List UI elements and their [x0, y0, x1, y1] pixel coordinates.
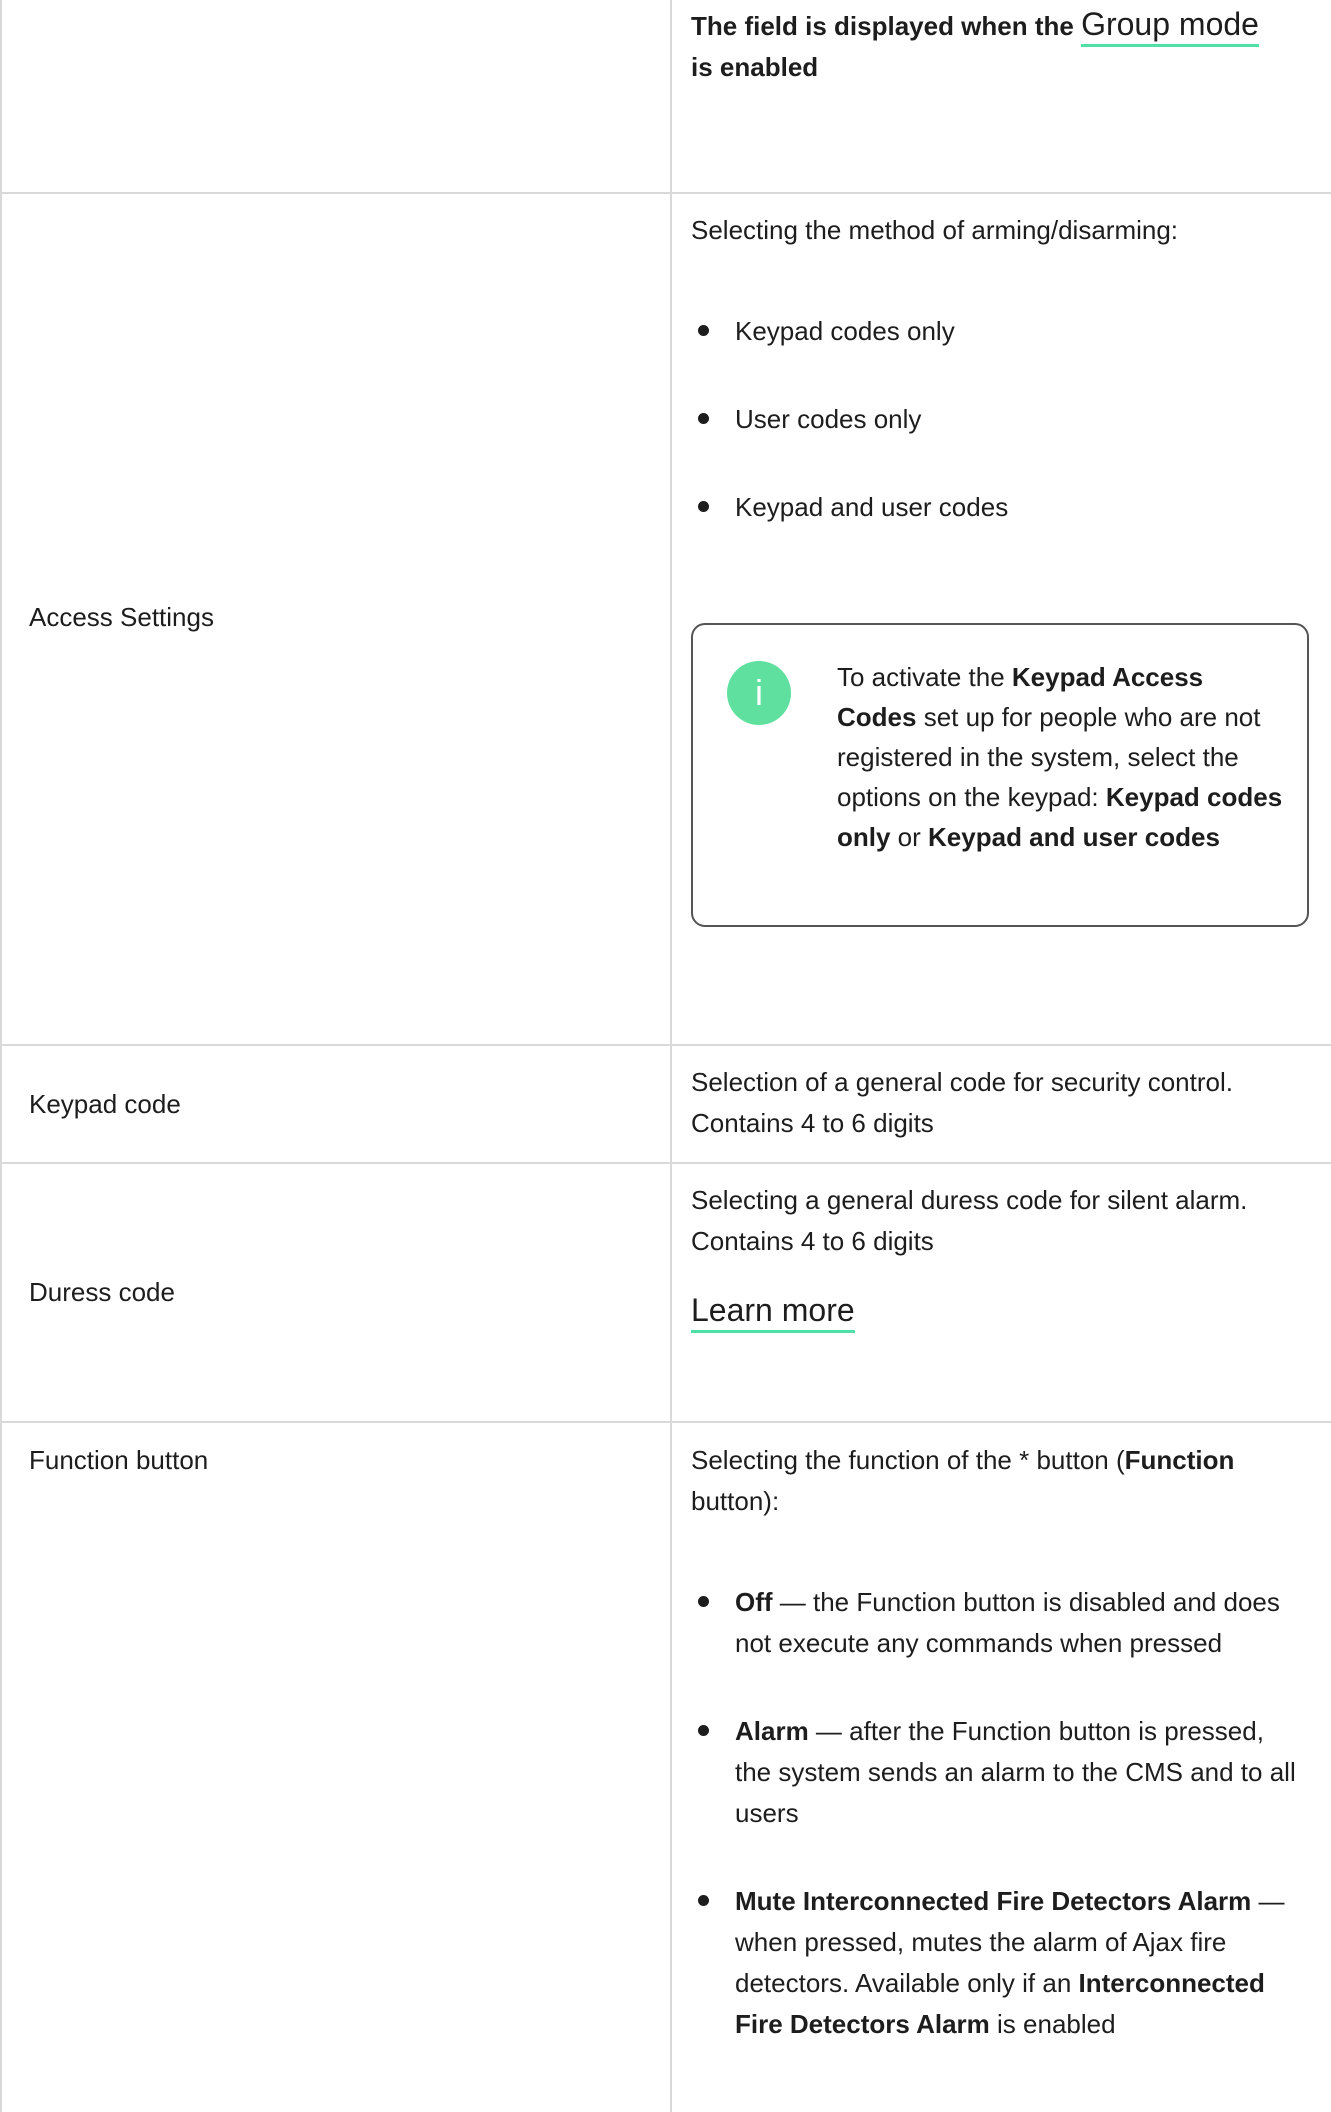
list-item: Alarm — after the Function button is pre…	[691, 1711, 1303, 1834]
access-options-list: Keypad codes only User codes only Keypad…	[691, 311, 1303, 528]
settings-table: The field is displayed when the Group mo…	[0, 0, 1331, 2112]
access-settings-intro: Selecting the method of arming/disarming…	[691, 215, 1179, 245]
info-note-text: To activate the Keypad Access Codes set …	[837, 662, 1283, 852]
row-divider	[0, 1044, 1331, 1046]
function-options-list: Off — the Function button is disabled an…	[691, 1582, 1303, 2045]
group-mode-text-suffix: is enabled	[691, 52, 819, 82]
group-mode-description: The field is displayed when the Group mo…	[691, 4, 1291, 88]
list-item: Keypad codes only	[691, 311, 1303, 352]
access-settings-label: Access Settings	[29, 602, 214, 632]
learn-more-link[interactable]: Learn more	[691, 1292, 855, 1333]
list-item: Mute Interconnected Fire Detectors Alarm…	[691, 1881, 1303, 2045]
column-divider-left	[0, 0, 2, 2112]
access-settings-description: Selecting the method of arming/disarming…	[691, 210, 1303, 528]
duress-code-text: Selecting a general duress code for sile…	[691, 1185, 1248, 1256]
group-mode-link[interactable]: Group mode	[1081, 6, 1259, 47]
duress-code-description: Selecting a general duress code for sile…	[691, 1180, 1303, 1333]
function-button-intro: Selecting the function of the * button (…	[691, 1445, 1235, 1516]
list-item: User codes only	[691, 399, 1303, 440]
column-divider-middle	[670, 0, 672, 2112]
list-item: Off — the Function button is disabled an…	[691, 1582, 1303, 1664]
duress-code-label: Duress code	[29, 1277, 175, 1307]
list-item: Keypad and user codes	[691, 487, 1303, 528]
function-button-description: Selecting the function of the * button (…	[691, 1440, 1303, 2045]
row-divider	[0, 1162, 1331, 1164]
group-mode-text-prefix: The field is displayed when the	[691, 11, 1082, 41]
keypad-code-label: Keypad code	[29, 1089, 181, 1119]
info-note: i To activate the Keypad Access Codes se…	[691, 623, 1309, 927]
info-icon: i	[727, 661, 791, 725]
keypad-code-description: Selection of a general code for security…	[691, 1067, 1233, 1138]
row-divider	[0, 192, 1331, 194]
function-button-label: Function button	[29, 1445, 209, 1475]
row-divider	[0, 1421, 1331, 1423]
